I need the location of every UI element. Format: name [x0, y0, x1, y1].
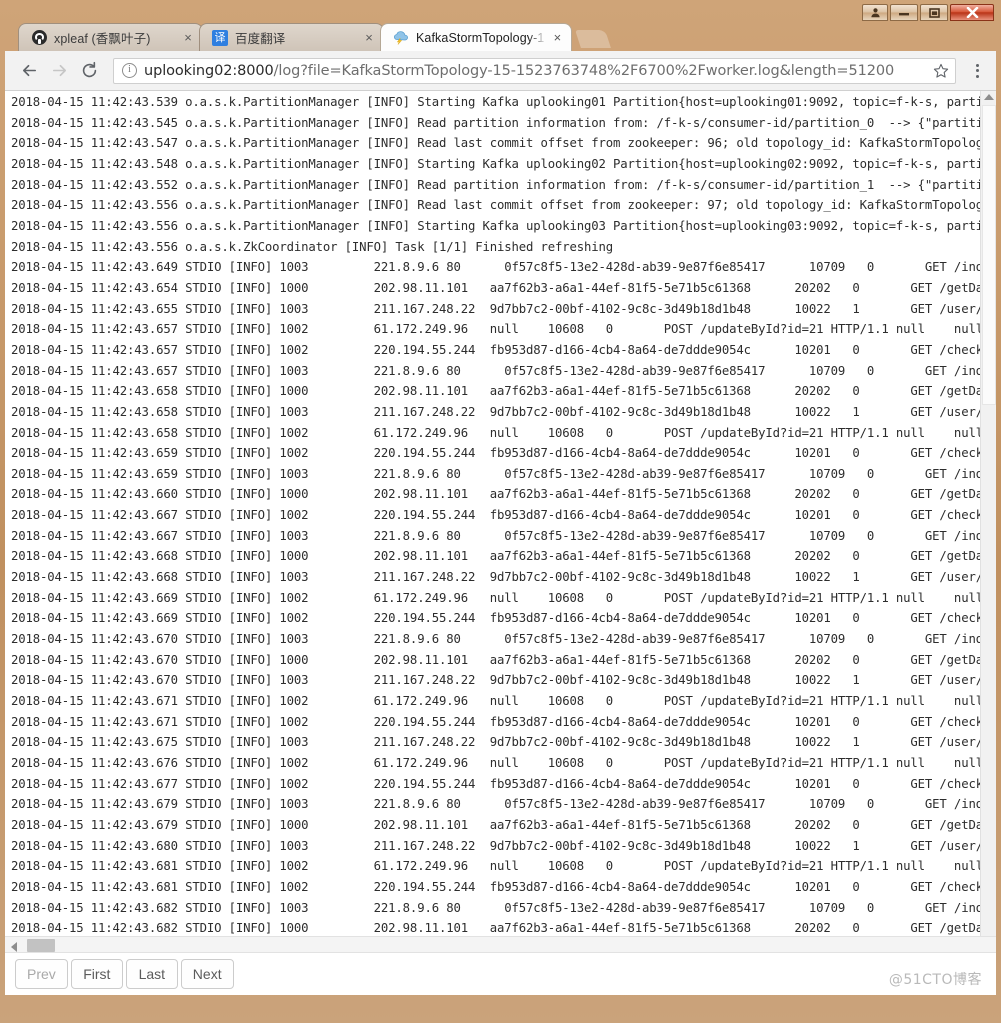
tab-title: KafkaStormTopology-1	[416, 30, 545, 45]
url-host: uplooking02:8000	[144, 62, 274, 79]
tab-xpleaf[interactable]: xpleaf (香飘叶子) ×	[18, 23, 203, 51]
maximize-button[interactable]	[920, 4, 948, 21]
page-info-icon[interactable]: i	[122, 63, 137, 78]
tab-baidu-translate[interactable]: 译 百度翻译 ×	[199, 23, 384, 51]
window-controls	[862, 4, 994, 21]
tab-kafkastormtopology[interactable]: KafkaStormTopology-1 ×	[380, 23, 573, 51]
last-button[interactable]: Last	[125, 959, 178, 989]
new-tab-button[interactable]	[575, 30, 612, 48]
next-button[interactable]: Next	[180, 959, 234, 989]
first-button[interactable]: First	[70, 959, 123, 989]
user-account-button[interactable]	[862, 4, 888, 21]
vertical-scrollbar[interactable]	[980, 91, 996, 953]
tab-close-icon[interactable]: ×	[180, 30, 196, 46]
horizontal-scrollbar-thumb[interactable]	[27, 939, 55, 952]
browser-window: xpleaf (香飘叶子) × 译 百度翻译 × KafkaStormTopol…	[0, 0, 1001, 1023]
scroll-up-arrow-icon[interactable]	[984, 94, 994, 100]
log-viewport[interactable]: 2018-04-15 11:42:43.539 o.a.s.k.Partitio…	[5, 91, 996, 953]
browser-menu-button[interactable]	[966, 58, 988, 84]
vertical-scrollbar-thumb[interactable]	[982, 105, 996, 405]
forward-button[interactable]	[45, 57, 73, 85]
window-titlebar	[5, 4, 996, 21]
prev-button[interactable]: Prev	[15, 959, 68, 989]
back-button[interactable]	[15, 57, 43, 85]
tab-close-icon[interactable]: ×	[361, 30, 377, 46]
address-bar[interactable]: i uplooking02:8000/log?file=KafkaStormTo…	[113, 57, 956, 84]
horizontal-scrollbar[interactable]	[5, 936, 996, 953]
url-path: /log?file=KafkaStormTopology-15-15237637…	[273, 62, 895, 79]
minimize-button[interactable]	[890, 4, 918, 21]
log-text: 2018-04-15 11:42:43.539 o.a.s.k.Partitio…	[11, 95, 996, 952]
tab-title: xpleaf (香飘叶子)	[54, 32, 151, 46]
scroll-left-arrow-icon[interactable]	[11, 942, 17, 952]
tab-title: 百度翻译	[235, 32, 286, 46]
storm-icon	[393, 30, 409, 46]
tab-close-icon[interactable]: ×	[549, 30, 565, 46]
tab-strip: xpleaf (香飘叶子) × 译 百度翻译 × KafkaStormTopol…	[5, 21, 996, 51]
browser-toolbar: i uplooking02:8000/log?file=KafkaStormTo…	[5, 51, 996, 91]
github-icon	[31, 30, 47, 46]
pagination-bar: Prev First Last Next @51CTO博客	[5, 953, 996, 995]
close-button[interactable]	[950, 4, 994, 21]
bookmark-star-icon[interactable]	[933, 63, 949, 79]
page-content: 2018-04-15 11:42:43.539 o.a.s.k.Partitio…	[5, 91, 996, 995]
baidu-translate-icon: 译	[212, 29, 228, 46]
watermark: @51CTO博客	[888, 972, 982, 988]
url-input[interactable]: uplooking02:8000/log?file=KafkaStormTopo…	[144, 63, 926, 79]
reload-button[interactable]	[75, 57, 103, 85]
